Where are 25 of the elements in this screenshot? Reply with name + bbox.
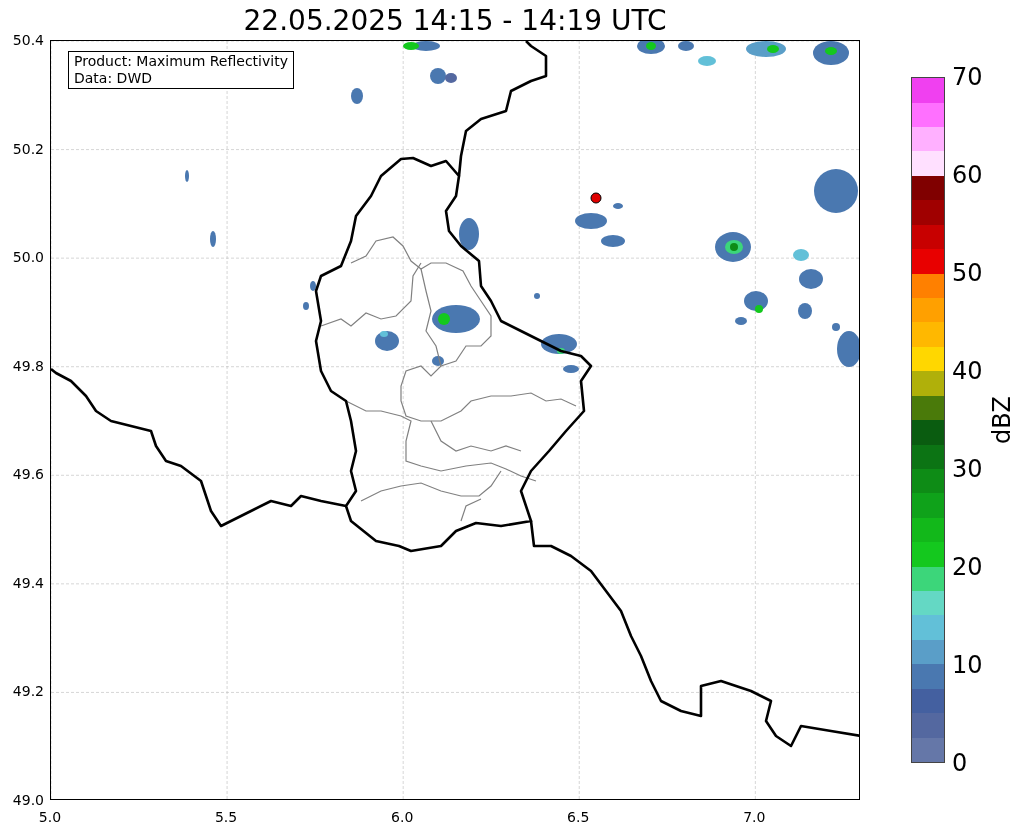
y-axis-tick-label: 50.0 <box>11 248 44 267</box>
colorbar-tick-label: 10 <box>952 651 983 679</box>
colorbar-tick-label: 20 <box>952 553 983 581</box>
x-axis-tick-label: 6.0 <box>390 808 415 826</box>
y-axis-tick-label: 49.6 <box>11 465 44 484</box>
colorbar-tick-label: 70 <box>952 63 983 91</box>
colorbar-tick-label: 0 <box>952 749 968 777</box>
colorbar-tick-label: 30 <box>952 455 983 483</box>
y-axis-tick-label: 49.2 <box>11 682 44 701</box>
x-axis-tick-label: 6.5 <box>566 808 591 826</box>
chart-title: 22.05.2025 14:15 - 14:19 UTC <box>242 3 668 39</box>
y-axis-tick-label: 50.2 <box>11 139 44 158</box>
colorbar-tick-label: 40 <box>952 357 983 385</box>
x-axis-tick-label: 5.0 <box>37 808 63 826</box>
y-axis-tick-label: 49.0 <box>11 791 44 809</box>
y-axis-tick-label: 50.4 <box>11 31 44 49</box>
x-axis-tick-label: 5.5 <box>213 808 239 826</box>
colorbar-tick-label: 60 <box>952 161 983 189</box>
y-axis-tick-label: 49.4 <box>11 573 44 592</box>
x-axis-tick-label: 7.0 <box>742 808 767 826</box>
colorbar-tick-label: 50 <box>952 259 983 287</box>
y-axis-tick-label: 49.8 <box>11 356 44 375</box>
info-text: Data: DWD <box>74 70 153 87</box>
colorbar-label: dBZ <box>988 394 1016 447</box>
info-text: Product: Maximum Reflectivity <box>74 53 288 70</box>
